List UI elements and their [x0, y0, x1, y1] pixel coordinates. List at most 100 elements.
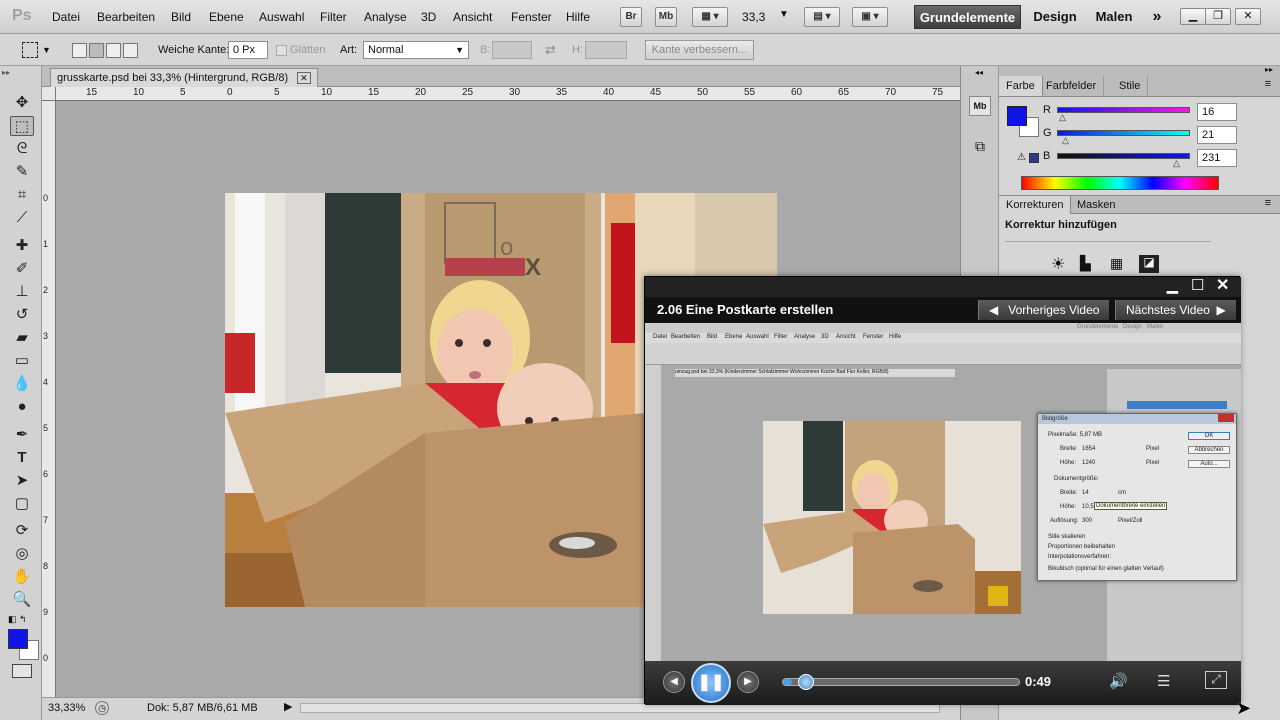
- zoom-status[interactable]: 33,33%: [48, 702, 85, 714]
- channel-r-thumb-icon[interactable]: △: [1059, 112, 1066, 123]
- view-extras-button[interactable]: ▦ ▾: [692, 7, 728, 27]
- bridge-button[interactable]: Br: [620, 7, 642, 27]
- close-tab-icon[interactable]: ✕: [297, 72, 311, 84]
- player-maximize-icon[interactable]: ☐: [1191, 276, 1204, 294]
- collapse-icon[interactable]: ◂◂: [975, 68, 983, 77]
- channel-b-thumb-icon[interactable]: △: [1173, 158, 1180, 169]
- arrange-docs-button[interactable]: ▤ ▾: [804, 7, 840, 27]
- ruler-origin[interactable]: [42, 87, 56, 101]
- antialias-checkbox[interactable]: [276, 45, 287, 56]
- next-video-button[interactable]: Nächstes Video ▶: [1115, 300, 1236, 320]
- marquee-tool-icon[interactable]: [22, 42, 38, 58]
- minibridge-button[interactable]: Mb: [655, 7, 677, 27]
- document-tab[interactable]: grusskarte.psd bei 33,3% (Hintergrund, R…: [50, 68, 318, 87]
- blur-tool-icon[interactable]: 💧: [10, 374, 34, 394]
- color-spectrum-bar[interactable]: [1021, 176, 1219, 190]
- menu-analyse[interactable]: Analyse: [364, 10, 407, 24]
- subtract-selection-icon[interactable]: [106, 43, 121, 58]
- clone-stamp-tool-icon[interactable]: ⊥: [10, 282, 34, 302]
- tab-korrekturen[interactable]: Korrekturen: [999, 196, 1072, 214]
- curves-icon[interactable]: ▦: [1110, 255, 1123, 272]
- channel-b-slider[interactable]: [1057, 153, 1190, 159]
- minimize-icon[interactable]: ▁: [1180, 8, 1206, 25]
- shape-tool-icon[interactable]: ▢: [10, 494, 34, 514]
- gradient-tool-icon[interactable]: ▭: [10, 351, 34, 371]
- move-tool-icon[interactable]: ✥: [10, 93, 34, 113]
- status-icon[interactable]: ◷: [95, 701, 109, 715]
- intersect-selection-icon[interactable]: [123, 43, 138, 58]
- menu-datei[interactable]: Datei: [52, 10, 80, 24]
- zoom-dropdown-icon[interactable]: ▼: [779, 9, 789, 20]
- channel-b-input[interactable]: 231: [1197, 149, 1237, 167]
- zoom-tool-icon[interactable]: 🔍: [10, 590, 34, 610]
- default-colors-icon[interactable]: ◧ ↰: [8, 614, 27, 625]
- height-input[interactable]: [585, 41, 627, 59]
- tab-farbfelder[interactable]: Farbfelder: [1039, 76, 1105, 96]
- web-color-swatch[interactable]: [1029, 153, 1039, 163]
- crop-tool-icon[interactable]: ⌗: [10, 185, 34, 205]
- more-workspaces-icon[interactable]: »: [1146, 5, 1168, 29]
- healing-brush-tool-icon[interactable]: ✚: [10, 236, 34, 256]
- new-selection-icon[interactable]: [72, 43, 87, 58]
- fullscreen-icon[interactable]: ⤢: [1205, 671, 1227, 689]
- zoom-level[interactable]: 33,3: [742, 10, 765, 24]
- workspace-malen[interactable]: Malen: [1090, 5, 1138, 29]
- foreground-color-swatch[interactable]: [1007, 106, 1027, 126]
- style-select[interactable]: Normal ▼: [363, 41, 469, 59]
- eyedropper-tool-icon[interactable]: ⟋: [10, 208, 34, 228]
- feather-input[interactable]: 0 Px: [228, 41, 268, 59]
- quick-select-tool-icon[interactable]: ✎: [10, 162, 34, 182]
- menu-bearbeiten[interactable]: Bearbeiten: [97, 10, 155, 24]
- channel-g-slider[interactable]: [1057, 130, 1190, 136]
- menu-ebene[interactable]: Ebene: [209, 10, 244, 24]
- prev-video-button[interactable]: ◀ Vorheriges Video: [978, 300, 1110, 320]
- workspace-grundelemente[interactable]: Grundelemente: [914, 5, 1021, 29]
- eraser-tool-icon[interactable]: ▰: [10, 328, 34, 348]
- tab-farbe[interactable]: Farbe: [999, 76, 1043, 96]
- forward-icon[interactable]: ▶: [737, 671, 759, 693]
- collapse-icon[interactable]: ▸▸: [2, 68, 10, 77]
- pen-tool-icon[interactable]: ✒: [10, 425, 34, 445]
- panel-menu-icon[interactable]: ≡: [1265, 78, 1271, 90]
- channel-g-thumb-icon[interactable]: △: [1062, 135, 1069, 146]
- tool-preset-dropdown-icon[interactable]: ▼: [42, 45, 51, 55]
- screen-mode-button[interactable]: ▣ ▾: [852, 7, 888, 27]
- status-menu-icon[interactable]: ▶: [284, 700, 292, 713]
- expand-icon[interactable]: ▸▸: [1265, 65, 1273, 74]
- tab-stile[interactable]: Stile: [1112, 76, 1149, 96]
- swap-icon[interactable]: ⇄: [545, 42, 556, 58]
- hand-tool-icon[interactable]: ✋: [10, 567, 34, 587]
- rect-marquee-tool-icon[interactable]: ⬚: [10, 116, 34, 136]
- refine-edge-button[interactable]: Kante verbessern...: [645, 40, 754, 60]
- minibridge-panel-icon[interactable]: Mb: [969, 96, 991, 116]
- levels-icon[interactable]: ▙: [1080, 255, 1091, 272]
- brush-tool-icon[interactable]: ✐: [10, 259, 34, 279]
- channel-r-input[interactable]: 16: [1197, 103, 1237, 121]
- dodge-tool-icon[interactable]: ●: [10, 397, 34, 417]
- video-frame[interactable]: Grundelemente Design Malen Datei Bearbei…: [645, 323, 1241, 661]
- progress-track[interactable]: [782, 678, 1020, 686]
- player-close-icon[interactable]: ✕: [1216, 275, 1229, 295]
- workspace-design[interactable]: Design: [1027, 5, 1083, 29]
- add-selection-icon[interactable]: [89, 43, 104, 58]
- menu-filter[interactable]: Filter: [320, 10, 347, 24]
- 3d-rotate-tool-icon[interactable]: ⟳: [10, 521, 34, 541]
- width-input[interactable]: [492, 41, 532, 59]
- menu-3d[interactable]: 3D: [421, 10, 436, 24]
- player-minimize-icon[interactable]: ▁: [1167, 277, 1178, 294]
- quick-mask-icon[interactable]: [12, 664, 32, 678]
- brightness-icon[interactable]: ☀: [1051, 254, 1065, 274]
- gamut-warning-icon[interactable]: ⚠: [1017, 152, 1026, 163]
- menu-bild[interactable]: Bild: [171, 10, 191, 24]
- progress-thumb[interactable]: [797, 674, 814, 690]
- tab-masken[interactable]: Masken: [1070, 196, 1123, 214]
- close-icon[interactable]: ✕: [1235, 8, 1261, 25]
- menu-ansicht[interactable]: Ansicht: [453, 10, 492, 24]
- panel-menu-icon[interactable]: ≡: [1265, 197, 1271, 209]
- chapters-icon[interactable]: ☰: [1157, 672, 1170, 690]
- rewind-icon[interactable]: ◀: [663, 671, 685, 693]
- menu-fenster[interactable]: Fenster: [511, 10, 552, 24]
- menu-hilfe[interactable]: Hilfe: [566, 10, 590, 24]
- pause-icon[interactable]: ❚❚: [691, 663, 731, 703]
- foreground-color-swatch[interactable]: [8, 629, 28, 649]
